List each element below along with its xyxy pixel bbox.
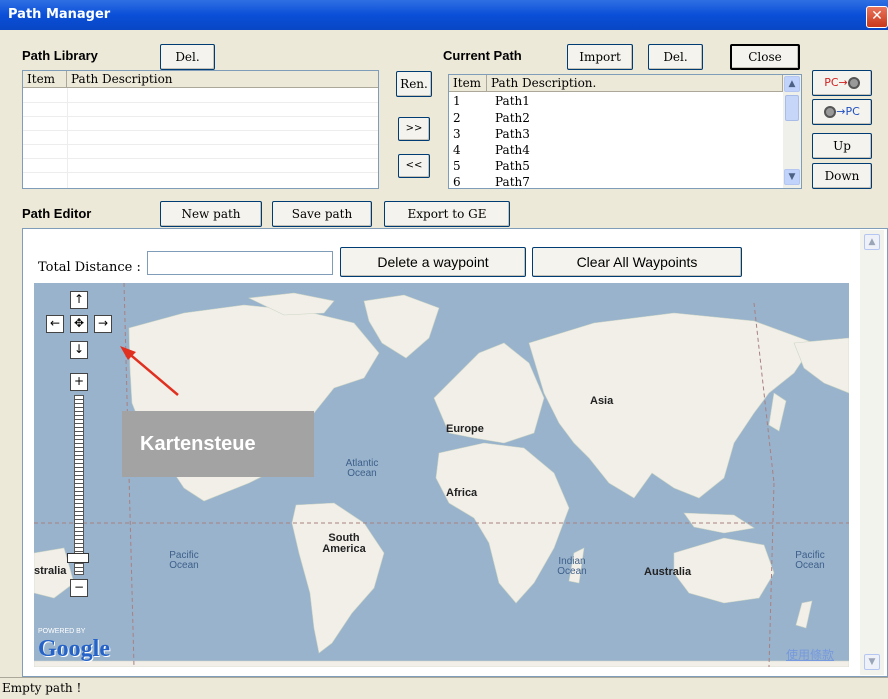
scroll-up-icon[interactable]: ▲	[784, 76, 800, 92]
move-to-library-button[interactable]: <<	[398, 154, 430, 178]
label-indian-ocean: Indian Ocean	[557, 556, 587, 577]
editor-scrollbar[interactable]: ▲ ▼	[860, 230, 884, 675]
current-delete-button[interactable]: Del.	[648, 44, 703, 70]
export-ge-button[interactable]: Export to GE	[384, 201, 510, 227]
pan-left-icon[interactable]: ←	[46, 315, 64, 333]
scroll-up-icon[interactable]: ▲	[864, 234, 880, 250]
library-column-item[interactable]: Item	[23, 71, 67, 88]
import-button[interactable]: Import	[567, 44, 633, 70]
library-column-description[interactable]: Path Description	[67, 71, 378, 88]
status-text: Empty path !	[2, 681, 82, 695]
current-list-header: Item Path Description.	[449, 75, 783, 92]
label-africa: Africa	[446, 487, 478, 499]
annotation-text: Kartensteue	[140, 433, 256, 455]
pc-to-device-button[interactable]: PC→	[812, 70, 872, 96]
label-asia: Asia	[590, 395, 614, 407]
pan-up-icon[interactable]: ↑	[70, 291, 88, 309]
annotation-arrow-icon	[120, 346, 179, 396]
device-to-pc-label: →PC	[836, 105, 860, 118]
move-to-current-button[interactable]: >>	[398, 117, 430, 141]
world-map[interactable]: ↑ ← ✥ → ↓ + − Asia Europe Africa South A…	[34, 283, 849, 667]
google-logo: Google	[38, 636, 110, 662]
current-column-description[interactable]: Path Description.	[487, 75, 783, 92]
label-atlantic-ocean: Atlantic Ocean	[345, 458, 379, 479]
save-path-button[interactable]: Save path	[272, 201, 372, 227]
list-item[interactable]: 5 Path5	[449, 159, 783, 173]
pan-down-icon[interactable]: ↓	[70, 341, 88, 359]
powered-by-text: POWERED BY	[38, 628, 86, 635]
move-down-button[interactable]: Down	[812, 163, 872, 189]
clear-waypoints-button[interactable]: Clear All Waypoints	[532, 247, 742, 277]
pan-center-icon[interactable]: ✥	[70, 315, 88, 333]
current-list-scrollbar[interactable]: ▲ ▼	[783, 75, 801, 188]
scroll-thumb[interactable]	[785, 95, 799, 121]
scroll-down-icon[interactable]: ▼	[864, 654, 880, 670]
total-distance-field[interactable]	[147, 251, 333, 275]
list-item[interactable]: 1 Path1	[449, 94, 783, 108]
close-button[interactable]: Close	[730, 44, 800, 70]
list-item[interactable]: 2 Path2	[449, 111, 783, 125]
pan-right-icon[interactable]: →	[94, 315, 112, 333]
annotation-box: Kartensteue	[122, 411, 314, 477]
rename-button[interactable]: Ren.	[396, 71, 432, 97]
current-path-label: Current Path	[443, 48, 522, 63]
path-library-list[interactable]: Item Path Description	[22, 70, 379, 189]
total-distance-label: Total Distance :	[38, 260, 141, 275]
label-pacific-ocean-right: Pacific Ocean	[795, 550, 825, 571]
zoom-slider-track[interactable]	[74, 395, 84, 575]
label-pacific-ocean-left: Pacific Ocean	[169, 550, 199, 571]
current-path-list[interactable]: Item Path Description. 1 Path1 2 Path2 3 Pa…	[448, 74, 802, 189]
list-item[interactable]: 3 Path3	[449, 127, 783, 141]
label-australia: Australia	[644, 566, 692, 578]
terms-link[interactable]: 使用條款	[786, 646, 834, 663]
list-item[interactable]: 4 Path4	[449, 143, 783, 157]
label-australia-partial: stralia	[34, 565, 67, 577]
title-bar: Path Manager ✕	[0, 0, 888, 30]
list-item[interactable]: 6 Path7	[449, 175, 783, 188]
window-close-button[interactable]: ✕	[866, 6, 888, 28]
label-south-america: South America	[322, 532, 366, 555]
library-delete-button[interactable]: Del.	[160, 44, 215, 70]
close-icon: ✕	[871, 8, 883, 24]
status-bar: Empty path !	[0, 677, 888, 699]
move-up-button[interactable]: Up	[812, 133, 872, 159]
device-icon	[847, 77, 860, 89]
new-path-button[interactable]: New path	[160, 201, 262, 227]
current-column-item[interactable]: Item	[449, 75, 487, 92]
zoom-slider-thumb[interactable]	[67, 553, 89, 563]
delete-waypoint-button[interactable]: Delete a waypoint	[340, 247, 526, 277]
zoom-in-icon[interactable]: +	[70, 373, 88, 391]
path-library-label: Path Library	[22, 48, 98, 63]
label-europe: Europe	[446, 423, 484, 435]
window-title: Path Manager	[8, 7, 111, 22]
device-to-pc-button[interactable]: →PC	[812, 99, 872, 125]
scroll-down-icon[interactable]: ▼	[784, 169, 800, 185]
device-icon	[824, 106, 837, 118]
zoom-out-icon[interactable]: −	[70, 579, 88, 597]
library-list-header: Item Path Description	[23, 71, 378, 88]
path-editor-label: Path Editor	[22, 206, 92, 221]
pc-to-device-label: PC→	[824, 76, 848, 89]
